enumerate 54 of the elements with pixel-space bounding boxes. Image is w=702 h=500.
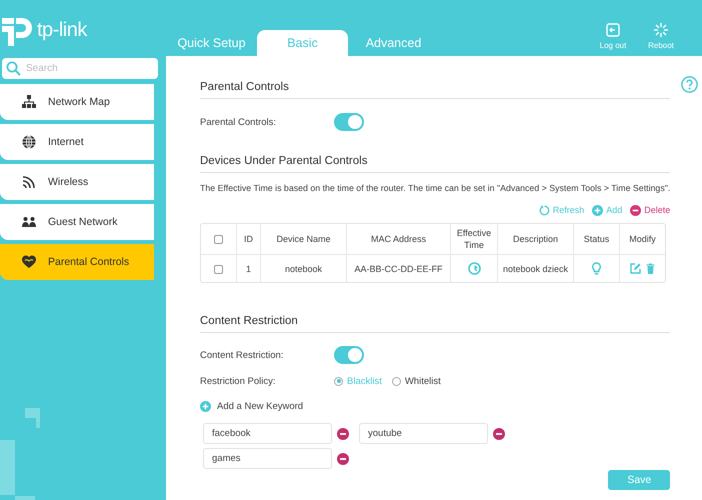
- table-cell: 1: [237, 255, 261, 282]
- loading-spinner-icon: [654, 23, 668, 37]
- sidebar-item[interactable]: Guest Network: [0, 204, 154, 240]
- checkbox[interactable]: [214, 264, 223, 274]
- column-header: ID: [237, 224, 261, 255]
- clock-icon[interactable]: [468, 262, 480, 275]
- remove-icon[interactable]: [337, 428, 349, 440]
- plus-icon: [592, 204, 604, 216]
- field-label: Content Restriction:: [200, 350, 284, 360]
- add-keyword-button[interactable]: Add a New Keyword: [200, 397, 304, 415]
- sidebar-item[interactable]: Wireless: [0, 164, 154, 200]
- edit-icon[interactable]: [630, 263, 640, 274]
- checkbox[interactable]: [214, 235, 223, 244]
- table-cell: notebook dzieck: [498, 255, 574, 282]
- section-title: Devices Under Parental Controls: [200, 154, 670, 173]
- section-title: Parental Controls: [200, 80, 670, 99]
- minus-icon: [630, 204, 642, 216]
- delete-button[interactable]: Delete: [630, 203, 670, 217]
- column-header: MAC Address: [347, 224, 451, 255]
- info-text: The Effective Time is based on the time of the router. The time can be set in "Advanced > System Tools > Time Settings".: [200, 183, 670, 193]
- keyword-field[interactable]: youtube: [359, 423, 488, 444]
- field-label: Restriction Policy:: [200, 376, 276, 386]
- lightbulb-icon: [590, 262, 603, 275]
- two-people-icon: [22, 215, 36, 229]
- radio-button[interactable]: Whitelist: [392, 376, 441, 386]
- section-title: Content Restriction: [200, 314, 670, 333]
- column-header: Effective Time: [451, 224, 498, 255]
- keyword-field[interactable]: facebook: [203, 423, 332, 444]
- trash-icon[interactable]: [644, 263, 656, 274]
- refresh-icon: [538, 204, 550, 216]
- keyword-field[interactable]: games: [203, 448, 332, 469]
- plus-icon: [200, 400, 211, 412]
- column-header: Description: [498, 224, 574, 255]
- globe-icon: [22, 135, 36, 149]
- column-header: Modify: [620, 224, 665, 255]
- column-header: Status: [574, 224, 620, 255]
- toggle-switch[interactable]: [334, 113, 364, 131]
- wireless-icon: [22, 175, 36, 189]
- logout-icon: [606, 23, 620, 37]
- remove-icon[interactable]: [337, 452, 349, 464]
- table-cell: AA-BB-CC-DD-EE-FF: [347, 255, 451, 282]
- sidebar-item[interactable]: Network Map: [0, 84, 154, 120]
- sidebar-item[interactable]: Parental Controls: [0, 244, 154, 280]
- search-field[interactable]: Search: [2, 58, 158, 79]
- help-icon[interactable]: [680, 76, 698, 93]
- logo-text: tp-link: [37, 18, 87, 42]
- field-label: Parental Controls:: [200, 116, 278, 128]
- heart-icon: [22, 255, 36, 269]
- toggle-switch[interactable]: [334, 346, 364, 364]
- sidebar-item[interactable]: Internet: [0, 124, 154, 160]
- remove-icon[interactable]: [493, 428, 505, 440]
- table-cell: notebook: [261, 255, 347, 282]
- column-header: Device Name: [261, 224, 347, 255]
- network-icon: [22, 95, 36, 109]
